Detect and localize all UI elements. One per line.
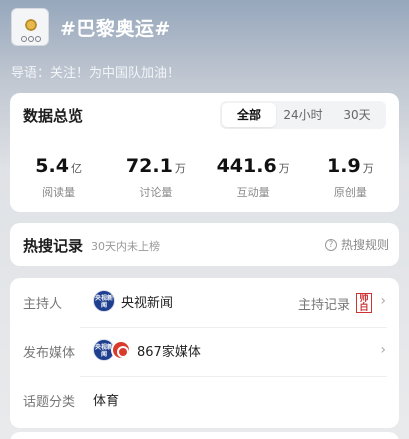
paris-olympics-logo	[11, 8, 49, 46]
stat-value: 72.1	[125, 155, 173, 177]
stat-unit: 万	[278, 162, 290, 175]
overview-card: 数据总览 全部 24小时 30天 5.4 亿 阅读量 72.1 万 讨论量 441.…	[10, 93, 399, 212]
cctv-avatar: 央视新闻	[93, 290, 115, 312]
time-range-tabs: 全部 24小时 30天	[220, 101, 386, 129]
stat-original: 1.9 万 原创量	[302, 155, 399, 200]
host-row[interactable]: 主持人 央视新闻 央视新闻 主持记录 帅白 ›	[23, 278, 386, 327]
stats-row: 5.4 亿 阅读量 72.1 万 讨论量 441.6 万 互动量 1.9 万 原创量	[10, 155, 399, 200]
stat-value: 5.4	[35, 155, 69, 177]
stat-label: 讨论量	[139, 186, 173, 199]
seal-icon: 帅白	[356, 293, 372, 313]
hot-search-title: 热搜记录	[23, 237, 84, 255]
stat-unit: 万	[174, 162, 186, 175]
stat-label: 互动量	[236, 186, 270, 199]
question-icon: ?	[324, 238, 337, 251]
stat-unit: 万	[362, 162, 374, 175]
stat-interact: 441.6 万 互动量	[205, 155, 302, 200]
hot-search-subtitle: 30天内未上榜	[91, 240, 160, 253]
media-label: 发布媒体	[23, 346, 76, 361]
host-record-link[interactable]: 主持记录 帅白	[298, 293, 372, 313]
tab-all[interactable]: 全部	[222, 103, 276, 127]
hot-search-rule-link[interactable]: ? 热搜规则	[324, 236, 389, 253]
category-row: 话题分类 体育	[23, 376, 386, 425]
host-record-label: 主持记录	[297, 297, 350, 313]
topic-guide: 导语：关注！为中国队加油！	[11, 66, 181, 81]
chevron-right-icon: ›	[380, 342, 386, 358]
media-avatar-icon	[111, 340, 131, 360]
stat-label: 阅读量	[42, 186, 76, 199]
host-label: 主持人	[23, 297, 63, 312]
media-count: 867家媒体	[137, 344, 201, 360]
topic-title: #巴黎奥运#	[60, 18, 171, 40]
host-name: 央视新闻	[121, 295, 174, 311]
stat-label: 原创量	[333, 186, 367, 199]
chevron-right-icon: ›	[380, 293, 386, 309]
stat-read: 5.4 亿 阅读量	[10, 155, 107, 200]
category-value: 体育	[93, 393, 120, 409]
overview-title: 数据总览	[23, 107, 84, 125]
stat-value: 441.6	[216, 155, 277, 177]
tab-30d[interactable]: 30天	[330, 103, 384, 127]
media-row[interactable]: 发布媒体 央视新闻 867家媒体 ›	[23, 327, 386, 376]
hot-search-rule-label: 热搜规则	[340, 238, 389, 252]
topic-header: #巴黎奥运# 导语：关注！为中国队加油！	[0, 0, 409, 90]
category-label: 话题分类	[23, 395, 76, 410]
topic-info-card: 主持人 央视新闻 央视新闻 主持记录 帅白 › 发布媒体 央视新闻 867家媒体…	[10, 278, 399, 428]
tab-24h[interactable]: 24小时	[276, 103, 330, 127]
stat-discuss: 72.1 万 讨论量	[107, 155, 204, 200]
stat-value: 1.9	[327, 155, 361, 177]
hot-search-card: 热搜记录 30天内未上榜 ? 热搜规则	[10, 223, 399, 266]
stat-unit: 亿	[70, 162, 82, 175]
next-card	[10, 432, 399, 439]
